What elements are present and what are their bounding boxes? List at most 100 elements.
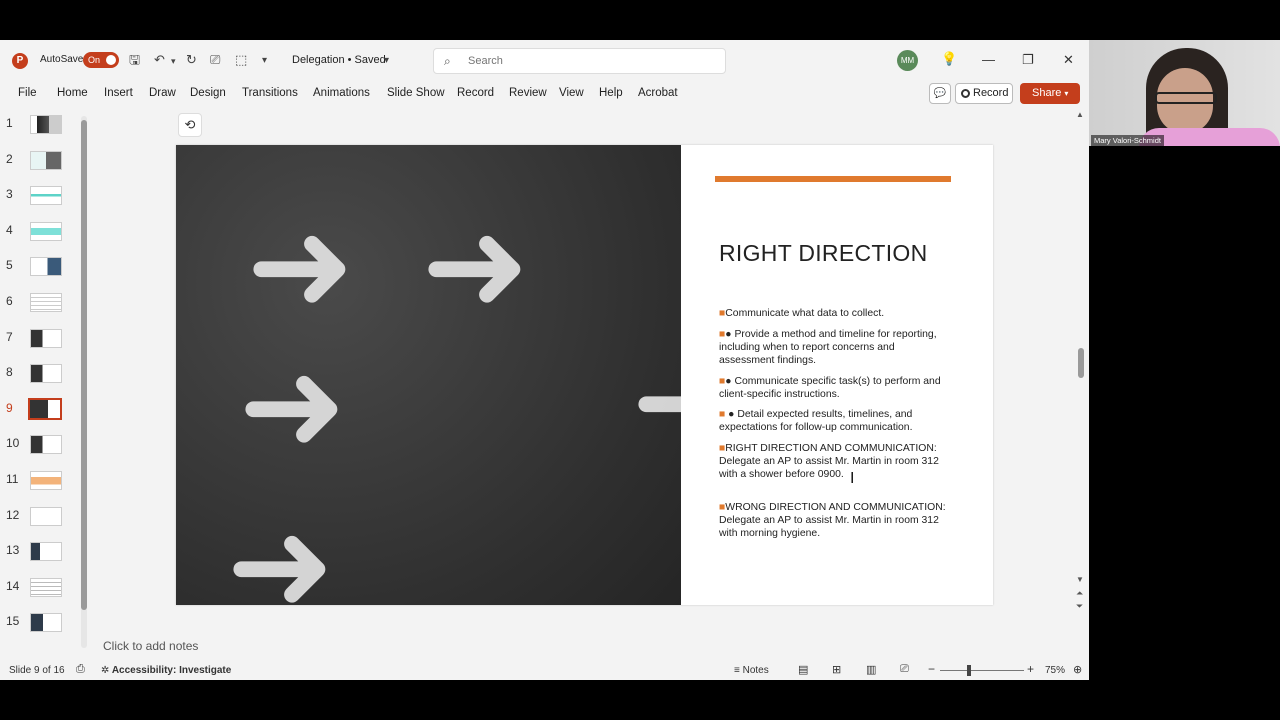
autosave-toggle[interactable]: On	[83, 52, 119, 68]
tab-file[interactable]: File	[18, 87, 37, 99]
next-slide-icon[interactable]: ⏷	[1076, 601, 1083, 612]
spelling-icon[interactable]: ⎙	[76, 663, 85, 676]
slide-thumbnail[interactable]: 2	[0, 148, 80, 178]
bullet-item[interactable]: ■WRONG DIRECTION AND COMMUNICATION: Dele…	[719, 501, 949, 540]
bullet-item[interactable]: ■Communicate what data to collect.	[719, 307, 949, 320]
slide-thumbnail[interactable]: 6	[0, 290, 80, 320]
tab-insert[interactable]: Insert	[104, 87, 133, 99]
redo-icon[interactable]: ↻	[186, 53, 197, 67]
thumbnail-number: 15	[6, 614, 20, 628]
screenshot-icon[interactable]: ⬚	[235, 53, 247, 67]
zoom-level[interactable]: 75%	[1045, 665, 1065, 676]
zoom-out-icon[interactable]: −	[928, 662, 935, 676]
scrollbar-thumb[interactable]	[1078, 348, 1084, 378]
notes-toggle[interactable]: ≡ Notes	[734, 665, 769, 676]
thumbnail-image	[30, 329, 62, 348]
tab-transitions[interactable]: Transitions	[242, 87, 298, 99]
slide-thumbnail[interactable]: 3	[0, 183, 80, 213]
tab-record[interactable]: Record	[457, 87, 494, 99]
bullet-item[interactable]: ■● Communicate specific task(s) to perfo…	[719, 375, 949, 401]
user-avatar[interactable]: MM	[897, 50, 918, 71]
thumbnail-image	[30, 222, 62, 241]
comment-icon: 💬	[933, 88, 947, 99]
notes-label: Notes	[742, 665, 769, 676]
accessibility-status[interactable]: ✲ Accessibility: Investigate	[101, 665, 231, 676]
share-button[interactable]: Share ▾	[1020, 83, 1080, 104]
lightbulb-icon[interactable]: 💡	[941, 52, 957, 66]
bullet-item[interactable]: ■● Provide a method and timeline for rep…	[719, 328, 949, 367]
slide-thumbnail[interactable]: 14	[0, 575, 80, 605]
slide-thumbnail[interactable]: 4	[0, 219, 80, 249]
scrollbar-thumb[interactable]	[81, 120, 87, 610]
chevron-down-icon[interactable]: ▾	[384, 54, 389, 68]
reading-view-icon[interactable]: ▥	[866, 663, 876, 676]
zoom-slider-knob[interactable]	[967, 665, 971, 676]
scroll-down-icon[interactable]: ▼	[1076, 575, 1084, 584]
bullet-text: ● Detail expected results, timelines, an…	[719, 409, 913, 433]
undo-dropdown-icon[interactable]: ▾	[171, 54, 176, 68]
thumbnail-number: 11	[6, 472, 19, 486]
search-box[interactable]: ⌕	[433, 48, 726, 74]
thumbnail-image	[30, 115, 62, 134]
tab-view[interactable]: View	[559, 87, 584, 99]
undo-icon[interactable]: ↶	[154, 53, 165, 67]
tab-draw[interactable]: Draw	[149, 87, 176, 99]
thumbnail-number: 8	[6, 365, 13, 379]
normal-view-icon[interactable]: ▤	[798, 663, 808, 676]
bullet-item[interactable]: ■RIGHT DIRECTION AND COMMUNICATION: Dele…	[719, 442, 949, 481]
present-icon[interactable]: ⎚	[210, 53, 220, 67]
tab-animations[interactable]: Animations	[313, 87, 370, 99]
thumbnail-number: 1	[6, 116, 13, 130]
slide-canvas[interactable]: ➜ ➜ ➜ ➜ ➜ RIGHT DIRECTION ■Communicate w…	[176, 145, 993, 605]
previous-slide-icon[interactable]: ⏶	[1076, 588, 1083, 599]
slide-thumbnail-selected[interactable]: 9	[0, 397, 80, 427]
slide-thumbnail[interactable]: 8	[0, 361, 80, 391]
document-title[interactable]: Delegation • Saved	[292, 54, 386, 66]
close-button[interactable]: ✕	[1063, 52, 1074, 68]
fit-to-window-icon[interactable]: ⊕	[1073, 663, 1082, 676]
comments-button[interactable]: 💬	[929, 83, 951, 104]
thumbnail-number: 2	[6, 152, 13, 166]
participant-glasses	[1155, 92, 1217, 104]
powerpoint-logo-icon: P	[12, 53, 28, 69]
slide-scrollbar[interactable]	[1077, 112, 1085, 612]
slide-title[interactable]: RIGHT DIRECTION	[719, 240, 928, 267]
restore-button[interactable]: ❐	[1022, 52, 1034, 68]
zoom-slider[interactable]	[940, 670, 1024, 671]
notes-placeholder[interactable]: Click to add notes	[103, 639, 198, 653]
bullet-item[interactable]: ■ ● Detail expected results, timelines, …	[719, 408, 949, 434]
customize-toolbar-icon[interactable]: ▾	[262, 54, 267, 68]
record-button[interactable]: Record	[955, 83, 1013, 104]
slide-thumbnail[interactable]: 10	[0, 432, 80, 462]
record-icon	[961, 89, 970, 98]
slide-thumbnail[interactable]: 15	[0, 610, 80, 640]
slideshow-view-icon[interactable]: ⎚	[900, 663, 909, 676]
slide-thumbnail[interactable]: 1	[0, 112, 80, 142]
tab-help[interactable]: Help	[599, 87, 623, 99]
tab-design[interactable]: Design	[190, 87, 226, 99]
toggle-knob	[106, 55, 116, 65]
slide-sorter-icon[interactable]: ⊞	[832, 663, 841, 676]
tab-review[interactable]: Review	[509, 87, 547, 99]
slide-thumbnail[interactable]: 11	[0, 468, 80, 498]
thumbnail-number: 10	[6, 436, 20, 450]
record-label: Record	[973, 87, 1009, 99]
search-input[interactable]	[468, 53, 708, 69]
copilot-icon[interactable]: ⟲	[178, 113, 202, 137]
save-icon[interactable]: 🖫	[129, 53, 140, 67]
slide-thumbnail[interactable]: 7	[0, 326, 80, 356]
slide-thumbnail[interactable]: 5	[0, 254, 80, 284]
tab-home[interactable]: Home	[57, 87, 88, 99]
tab-acrobat[interactable]: Acrobat	[638, 87, 678, 99]
thumbnail-image	[28, 398, 62, 420]
slide-thumbnail[interactable]: 12	[0, 504, 80, 534]
zoom-in-icon[interactable]: +	[1027, 662, 1034, 676]
thumbnail-number: 9	[6, 401, 13, 415]
minimize-button[interactable]: —	[982, 52, 995, 67]
thumbnail-scrollbar[interactable]	[81, 116, 87, 648]
arrow-graphic: ➜	[421, 189, 530, 341]
tab-slide-show[interactable]: Slide Show	[387, 87, 445, 99]
scroll-up-icon[interactable]: ▲	[1076, 110, 1084, 119]
slide-thumbnail[interactable]: 13	[0, 539, 80, 569]
thumbnail-number: 13	[6, 543, 20, 557]
